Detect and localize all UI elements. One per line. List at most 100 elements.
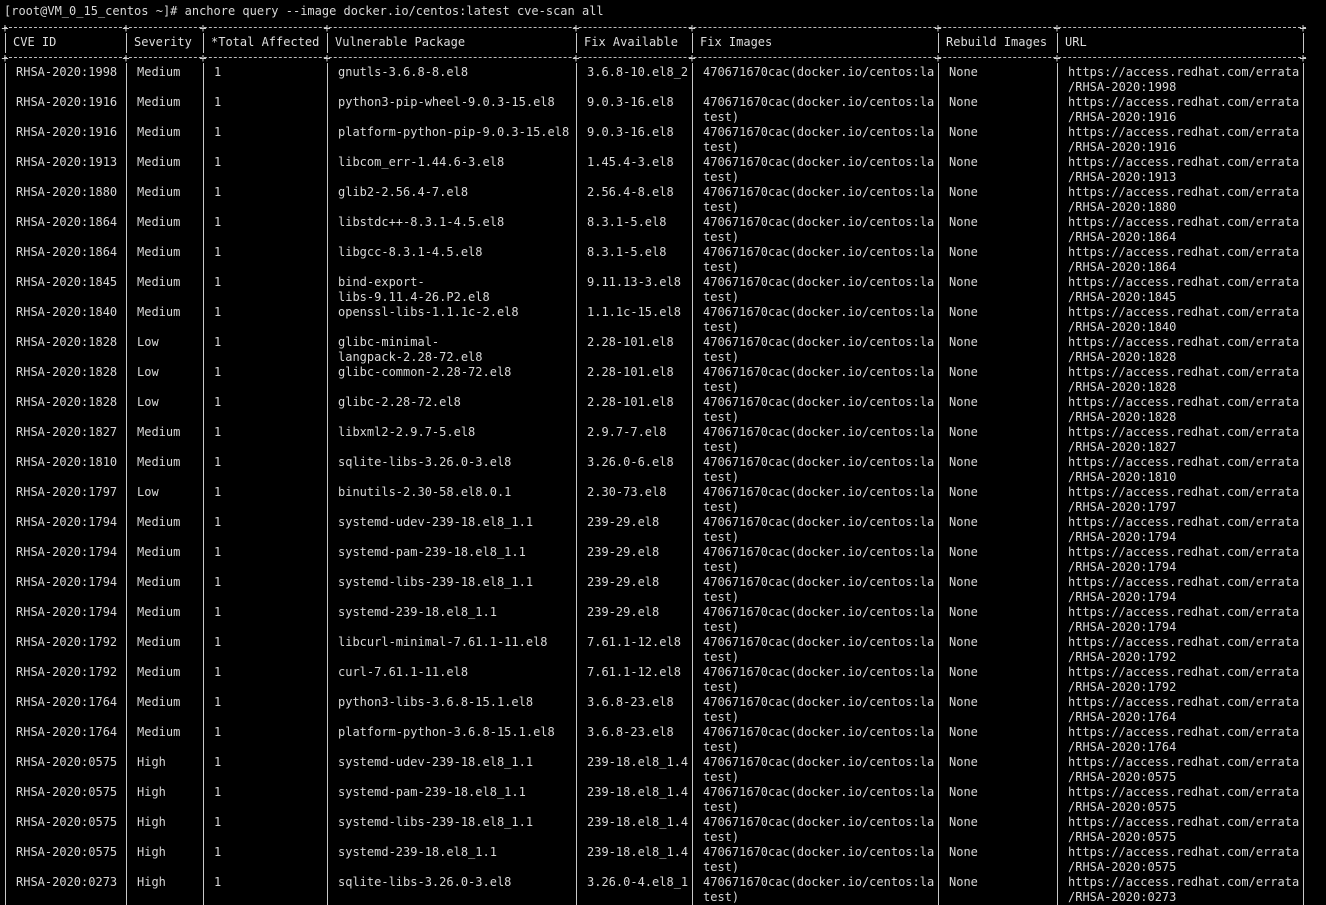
url-cell[interactable]: /RHSA-2020:1916: [1068, 140, 1302, 155]
header-total-affected: *Total Affected: [211, 35, 320, 49]
url-cell[interactable]: https://access.redhat.com/errata: [1068, 815, 1302, 830]
column-divider: [203, 33, 204, 53]
url-cell[interactable]: https://access.redhat.com/errata: [1068, 455, 1302, 470]
vulnerable-package-cell: sqlite-libs-3.26.0-3.el8: [338, 455, 512, 469]
vulnerable-package-cell: python3-pip-wheel-9.0.3-15.el8: [338, 95, 555, 109]
url-cell[interactable]: /RHSA-2020:1828: [1068, 410, 1302, 425]
url-cell[interactable]: https://access.redhat.com/errata: [1068, 515, 1302, 530]
url-cell[interactable]: /RHSA-2020:1797: [1068, 500, 1302, 515]
total-affected-cell: 1: [214, 65, 222, 79]
url-cell[interactable]: https://access.redhat.com/errata: [1068, 545, 1302, 560]
url-cell[interactable]: https://access.redhat.com/errata: [1068, 185, 1302, 200]
fix-available-cell: 3.26.0-4.el8_1: [587, 875, 689, 889]
url-cell[interactable]: https://access.redhat.com/errata: [1068, 485, 1302, 500]
total-affected-cell: 1: [214, 725, 222, 739]
url-cell[interactable]: https://access.redhat.com/errata: [1068, 635, 1302, 650]
url-cell[interactable]: https://access.redhat.com/errata: [1068, 95, 1302, 110]
severity-cell: Low: [137, 485, 159, 499]
fix-images-cell: test): [703, 530, 740, 544]
url-cell[interactable]: https://access.redhat.com/errata: [1068, 575, 1302, 590]
column-divider: [5, 33, 6, 53]
vulnerable-package-cell: gnutls-3.6.8-8.el8: [338, 65, 469, 79]
column-divider: [576, 33, 577, 53]
total-affected-cell: 1: [214, 275, 222, 289]
url-cell[interactable]: https://access.redhat.com/errata: [1068, 695, 1302, 710]
url-cell[interactable]: /RHSA-2020:1792: [1068, 650, 1302, 665]
url-cell[interactable]: https://access.redhat.com/errata: [1068, 845, 1302, 860]
url-cell[interactable]: /RHSA-2020:1794: [1068, 620, 1302, 635]
url-cell[interactable]: /RHSA-2020:1864: [1068, 260, 1302, 275]
column-divider: [938, 63, 939, 905]
url-cell[interactable]: /RHSA-2020:1828: [1068, 380, 1302, 395]
url-cell[interactable]: /RHSA-2020:1827: [1068, 440, 1302, 455]
url-cell[interactable]: https://access.redhat.com/errata: [1068, 725, 1302, 740]
url-cell[interactable]: https://access.redhat.com/errata: [1068, 305, 1302, 320]
vulnerable-package-cell: libgcc-8.3.1-4.5.el8: [338, 245, 483, 259]
url-cell[interactable]: https://access.redhat.com/errata: [1068, 605, 1302, 620]
fix-images-cell: test): [703, 350, 740, 364]
fix-images-cell: test): [703, 200, 740, 214]
url-cell[interactable]: /RHSA-2020:1864: [1068, 230, 1302, 245]
url-cell[interactable]: /RHSA-2020:1794: [1068, 590, 1302, 605]
total-affected-cell: 1: [214, 785, 222, 799]
url-cell[interactable]: /RHSA-2020:1998: [1068, 80, 1302, 95]
total-affected-cell: 1: [214, 815, 222, 829]
url-cell[interactable]: https://access.redhat.com/errata: [1068, 65, 1302, 80]
url-cell[interactable]: /RHSA-2020:0575: [1068, 770, 1302, 785]
severity-cell: High: [137, 755, 166, 769]
url-cell[interactable]: https://access.redhat.com/errata: [1068, 875, 1302, 890]
severity-cell: Medium: [137, 95, 181, 109]
url-cell[interactable]: https://access.redhat.com/errata: [1068, 335, 1302, 350]
fix-images-cell: 470671670cac(docker.io/centos:la: [703, 755, 935, 769]
fix-images-cell: 470671670cac(docker.io/centos:la: [703, 695, 935, 709]
url-cell[interactable]: /RHSA-2020:0575: [1068, 860, 1302, 875]
fix-images-cell: test): [703, 890, 740, 904]
url-cell[interactable]: https://access.redhat.com/errata: [1068, 215, 1302, 230]
url-cell[interactable]: /RHSA-2020:0575: [1068, 830, 1302, 845]
url-cell[interactable]: https://access.redhat.com/errata: [1068, 665, 1302, 680]
url-cell[interactable]: /RHSA-2020:0575: [1068, 800, 1302, 815]
cve-id-cell: RHSA-2020:1840: [16, 305, 118, 319]
url-cell[interactable]: /RHSA-2020:0273: [1068, 890, 1302, 905]
url-cell[interactable]: /RHSA-2020:1794: [1068, 530, 1302, 545]
fix-images-cell: 470671670cac(docker.io/centos:la: [703, 545, 935, 559]
url-cell[interactable]: /RHSA-2020:1792: [1068, 680, 1302, 695]
total-affected-cell: 1: [214, 245, 222, 259]
url-cell[interactable]: https://access.redhat.com/errata: [1068, 125, 1302, 140]
vulnerable-package-cell: sqlite-libs-3.26.0-3.el8: [338, 875, 512, 889]
url-cell[interactable]: https://access.redhat.com/errata: [1068, 365, 1302, 380]
url-cell[interactable]: https://access.redhat.com/errata: [1068, 155, 1302, 170]
url-cell[interactable]: /RHSA-2020:1840: [1068, 320, 1302, 335]
url-cell[interactable]: /RHSA-2020:1764: [1068, 740, 1302, 755]
fix-available-cell: 1.1.1c-15.el8: [587, 305, 681, 319]
command-prompt: [root@VM_0_15_centos ~]# anchore query -…: [4, 4, 604, 18]
url-cell[interactable]: /RHSA-2020:1880: [1068, 200, 1302, 215]
vulnerable-package-cell: bind-export-: [338, 275, 425, 289]
url-cell[interactable]: /RHSA-2020:1764: [1068, 710, 1302, 725]
url-cell[interactable]: https://access.redhat.com/errata: [1068, 395, 1302, 410]
url-cell[interactable]: /RHSA-2020:1828: [1068, 350, 1302, 365]
fix-images-cell: 470671670cac(docker.io/centos:la: [703, 815, 935, 829]
vulnerable-package-cell: glibc-minimal-: [338, 335, 440, 349]
url-cell[interactable]: https://access.redhat.com/errata: [1068, 245, 1302, 260]
cve-id-cell: RHSA-2020:0273: [16, 875, 118, 889]
url-cell[interactable]: /RHSA-2020:1845: [1068, 290, 1302, 305]
total-affected-cell: 1: [214, 365, 222, 379]
vulnerable-package-cell: systemd-pam-239-18.el8_1.1: [338, 785, 526, 799]
terminal-window[interactable]: [root@VM_0_15_centos ~]# anchore query -…: [0, 0, 1326, 905]
total-affected-cell: 1: [214, 545, 222, 559]
cve-id-cell: RHSA-2020:1794: [16, 605, 118, 619]
url-cell[interactable]: /RHSA-2020:1913: [1068, 170, 1302, 185]
total-affected-cell: 1: [214, 305, 222, 319]
fix-available-cell: 8.3.1-5.el8: [587, 215, 667, 229]
url-cell[interactable]: https://access.redhat.com/errata: [1068, 785, 1302, 800]
header-severity: Severity: [134, 35, 192, 49]
fix-images-cell: 470671670cac(docker.io/centos:la: [703, 275, 935, 289]
url-cell[interactable]: /RHSA-2020:1794: [1068, 560, 1302, 575]
severity-cell: Medium: [137, 215, 181, 229]
url-cell[interactable]: https://access.redhat.com/errata: [1068, 755, 1302, 770]
url-cell[interactable]: /RHSA-2020:1810: [1068, 470, 1302, 485]
url-cell[interactable]: https://access.redhat.com/errata: [1068, 275, 1302, 290]
url-cell[interactable]: https://access.redhat.com/errata: [1068, 425, 1302, 440]
url-cell[interactable]: /RHSA-2020:1916: [1068, 110, 1302, 125]
